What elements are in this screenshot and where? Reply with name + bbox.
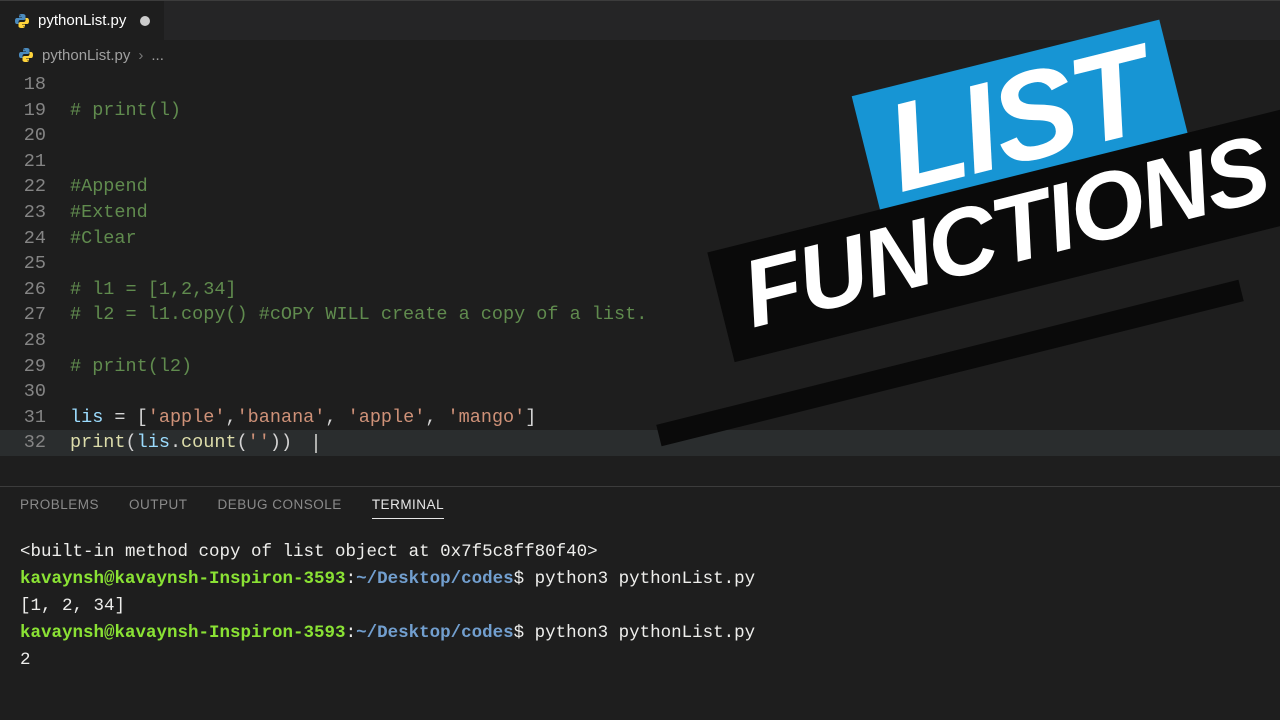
code-line[interactable]: 26# l1 = [1,2,34] — [0, 277, 1280, 303]
breadcrumb-rest: ... — [151, 47, 164, 64]
bottom-panel: PROBLEMS OUTPUT DEBUG CONSOLE TERMINAL <… — [0, 486, 1280, 674]
code-content: # l1 = [1,2,34] — [70, 277, 1280, 303]
line-number: 28 — [0, 328, 70, 354]
file-tab[interactable]: pythonList.py — [0, 1, 165, 40]
line-number: 23 — [0, 200, 70, 226]
terminal-line: <built-in method copy of list object at … — [20, 539, 1260, 566]
line-number: 26 — [0, 277, 70, 303]
code-line[interactable]: 32print(lis.count('')) — [0, 430, 1280, 456]
text-cursor-icon — [315, 434, 317, 453]
line-number: 22 — [0, 174, 70, 200]
line-number: 25 — [0, 251, 70, 277]
terminal-line: kavaynsh@kavaynsh-Inspiron-3593:~/Deskto… — [20, 620, 1260, 647]
tab-output[interactable]: OUTPUT — [129, 497, 188, 519]
line-number: 27 — [0, 302, 70, 328]
terminal[interactable]: <built-in method copy of list object at … — [0, 529, 1280, 674]
line-number: 30 — [0, 379, 70, 405]
line-number: 24 — [0, 226, 70, 252]
tab-terminal[interactable]: TERMINAL — [372, 497, 444, 519]
line-number: 31 — [0, 405, 70, 431]
panel-tabs: PROBLEMS OUTPUT DEBUG CONSOLE TERMINAL — [0, 487, 1280, 529]
dirty-indicator-icon — [140, 16, 150, 26]
code-line[interactable]: 30 — [0, 379, 1280, 405]
terminal-line: [1, 2, 34] — [20, 593, 1260, 620]
python-icon — [14, 13, 30, 29]
line-number: 32 — [0, 430, 70, 456]
line-number: 19 — [0, 98, 70, 124]
code-line[interactable]: 31lis = ['apple','banana', 'apple', 'man… — [0, 405, 1280, 431]
line-number: 20 — [0, 123, 70, 149]
code-line[interactable]: 29# print(l2) — [0, 354, 1280, 380]
line-number: 18 — [0, 72, 70, 98]
tab-debug-console[interactable]: DEBUG CONSOLE — [218, 497, 342, 519]
breadcrumb-file: pythonList.py — [42, 47, 130, 64]
python-icon — [18, 47, 34, 63]
tab-filename: pythonList.py — [38, 12, 126, 29]
terminal-line: 2 — [20, 647, 1260, 674]
line-number: 29 — [0, 354, 70, 380]
chevron-right-icon: › — [138, 47, 143, 64]
terminal-line: kavaynsh@kavaynsh-Inspiron-3593:~/Deskto… — [20, 566, 1260, 593]
line-number: 21 — [0, 149, 70, 175]
tab-problems[interactable]: PROBLEMS — [20, 497, 99, 519]
code-content: # print(l2) — [70, 354, 1280, 380]
